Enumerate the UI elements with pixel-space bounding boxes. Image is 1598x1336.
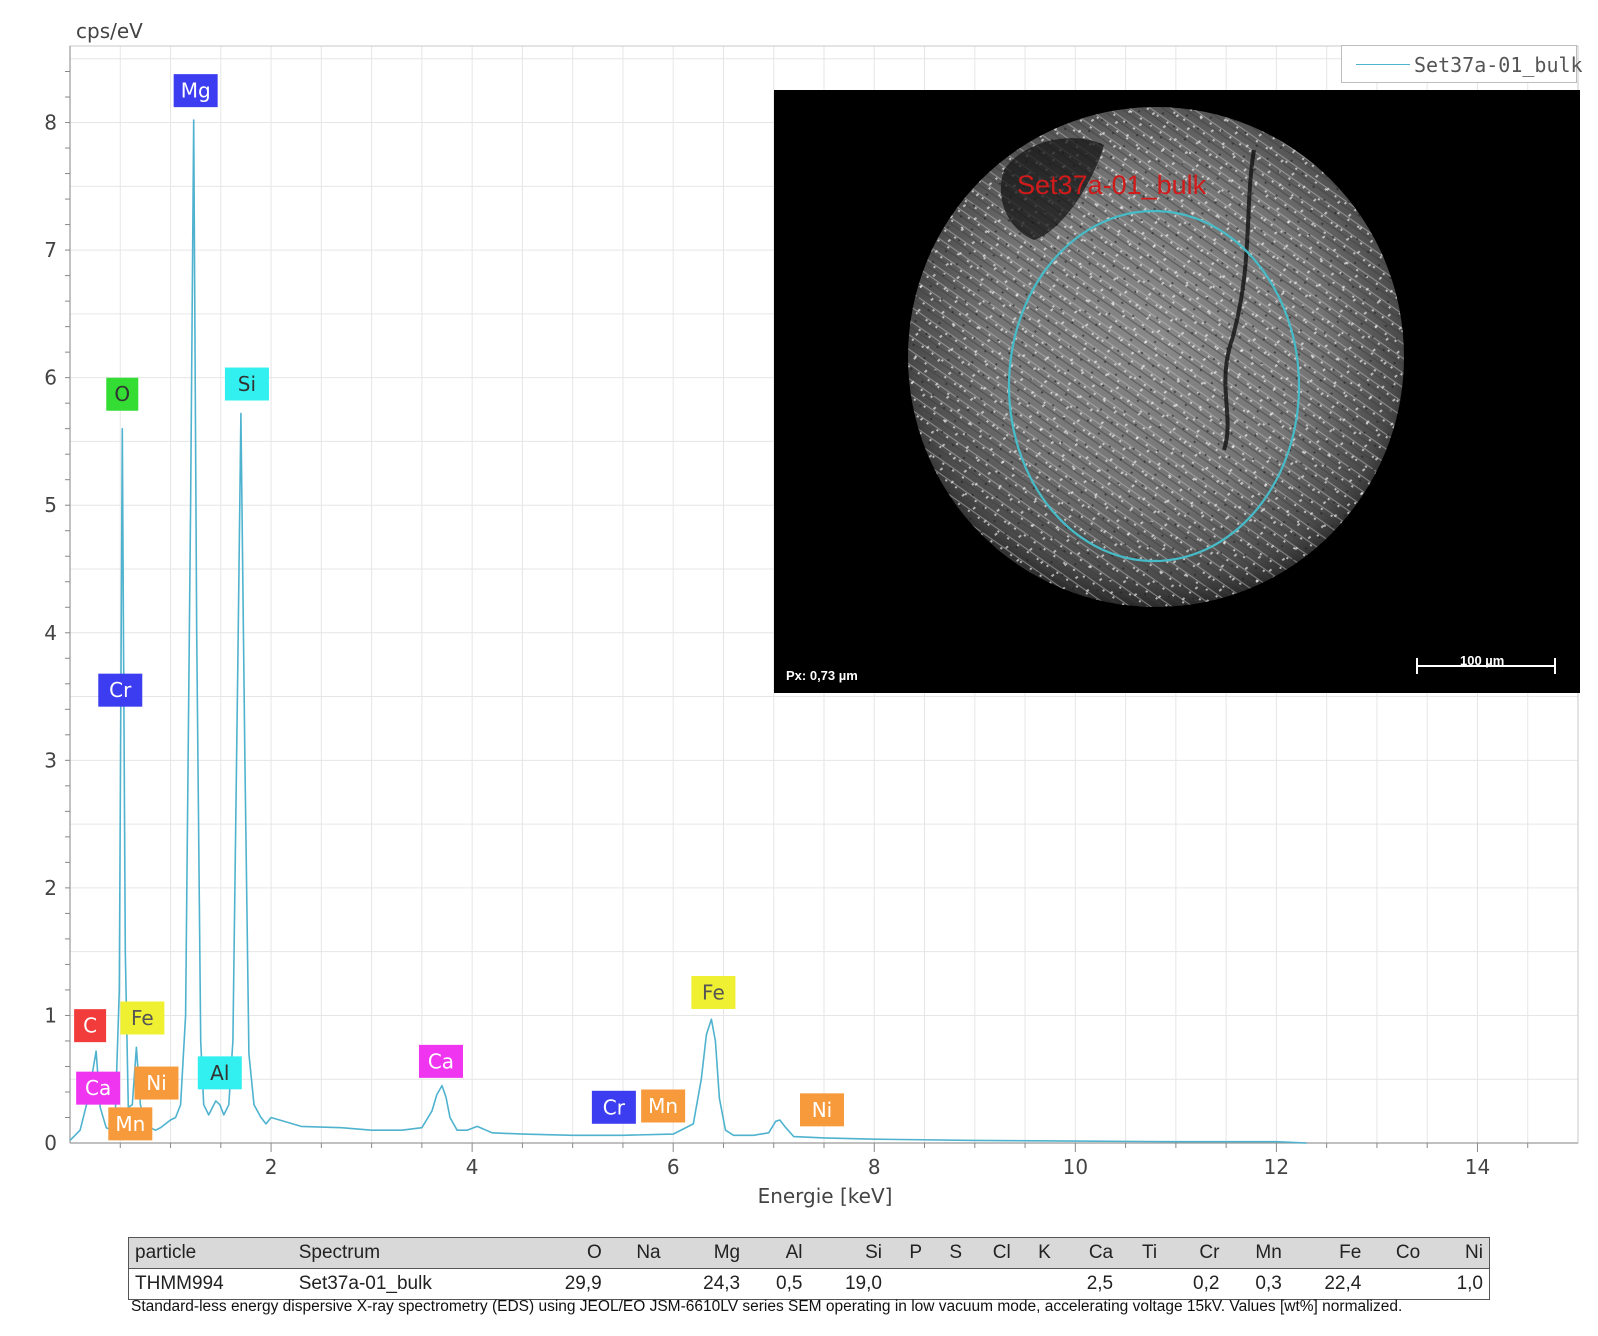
table-header-co: Co [1367,1237,1427,1269]
legend-swatch [1356,64,1410,65]
table-header-mg: Mg [666,1237,747,1269]
table-cell-si: 19,0 [844,1273,882,1294]
element-label-text: Mn [648,1094,678,1118]
table-cell-ni: 1,0 [1456,1273,1483,1294]
x-tick-label: 6 [667,1155,680,1179]
element-label-c: C [74,1009,107,1043]
pixel-size-label: Px: 0,73 µm [786,668,858,683]
table-header-mn: Mn [1225,1237,1288,1269]
element-label-text: Mn [115,1112,145,1136]
element-label-fe: Fe [120,1001,165,1035]
y-tick-label: 5 [44,493,57,517]
x-tick-label: 14 [1465,1155,1490,1179]
table-cell-na [608,1269,667,1300]
table-cell-o: 29,9 [564,1273,602,1294]
table-footnote: Standard-less energy dispersive X-ray sp… [131,1298,1403,1315]
table-header-na: Na [607,1237,667,1269]
table-row: THMM994 Set37a-01_bulk 29,9 24,3 0,5 19,0 2,5 0… [129,1269,1490,1300]
table-header-al: Al [746,1237,809,1269]
table-header-spectrum: Spectrum [292,1237,529,1269]
legend-label: Set37a-01_bulk [1414,53,1583,77]
table-header-fe: Fe [1287,1237,1368,1269]
table-header-o: O [528,1237,608,1269]
table-header-s: S [928,1237,969,1269]
element-label-text: Ni [812,1098,833,1122]
y-tick-label: 6 [44,366,57,390]
x-tick-label: 12 [1264,1155,1289,1179]
chart-legend: Set37a-01_bulk [1341,45,1583,83]
x-tick-label: 2 [265,1155,278,1179]
table-cell-ca: 2,5 [1086,1273,1114,1294]
element-label-text: Fe [702,980,725,1004]
element-label-text: Fe [131,1006,154,1030]
element-label-text: C [83,1014,97,1038]
x-tick-label: 4 [466,1155,479,1179]
composition-table: particle Spectrum O Na Mg Al Si P S Cl K Ca Ti Cr Mn Fe… [128,1237,1490,1300]
table-header-cl: Cl [968,1237,1017,1269]
element-label-al: Al [197,1056,242,1090]
table-cell-ti [1119,1269,1163,1300]
element-label-fe: Fe [691,975,736,1009]
scale-bar-tick-right [1554,658,1556,674]
table-body: THMM994 Set37a-01_bulk 29,9 24,3 0,5 19,0 2,5 0… [129,1269,1490,1300]
element-label-cr: Cr [98,673,143,707]
element-label-ca: Ca [418,1044,463,1078]
table-cell-mn: 0,3 [1255,1273,1282,1294]
element-label-text: Al [210,1061,229,1085]
table-header-k: K [1016,1237,1057,1269]
table-cell-al: 0,5 [776,1273,803,1294]
x-tick-label: 8 [868,1155,881,1179]
element-label-text: Ni [146,1071,167,1095]
y-tick-label: 0 [44,1131,57,1155]
table-cell-mg: 24,3 [703,1273,741,1294]
y-tick-label: 7 [44,238,57,262]
element-label-text: Mg [181,79,211,103]
element-label-ni: Ni [799,1093,844,1127]
element-label-text: Ca [85,1076,111,1100]
element-label-o: O [106,377,139,411]
x-axis-label: Energie [keV] [758,1184,893,1208]
y-tick-label: 2 [44,876,57,900]
y-tick-label: 1 [44,1003,57,1027]
table-cell-k [1017,1269,1057,1300]
table-cell-cr: 0,2 [1193,1273,1220,1294]
y-tick-label: 3 [44,748,57,772]
element-label-ni: Ni [134,1066,179,1100]
table-cell-p [888,1269,928,1300]
element-label-mn: Mn [641,1089,686,1123]
element-label-text: Cr [603,1095,626,1119]
inset-title: Set37a-01_bulk [1017,170,1207,200]
table-header-ni: Ni [1426,1237,1490,1269]
scale-bar [1416,665,1556,667]
table-header-p: P [887,1237,929,1269]
table-header-ca: Ca [1056,1237,1120,1269]
element-label-text: Cr [109,678,132,702]
table-header-ti: Ti [1119,1237,1164,1269]
element-label-text: Ca [428,1049,454,1073]
table-cell-co [1367,1269,1426,1300]
table-cell-cl [968,1269,1017,1300]
table-header-si: Si [808,1237,888,1269]
x-tick-label: 10 [1063,1155,1088,1179]
sem-image-inset: Set37a-01_bulk Px: 0,73 µm 100 µm [774,90,1580,693]
element-label-mn: Mn [108,1107,153,1141]
element-label-ca: Ca [76,1071,121,1105]
element-label-cr: Cr [591,1090,636,1124]
y-axis-label: cps/eV [76,19,143,43]
element-label-si: Si [224,367,269,401]
table-header-particle: particle [128,1237,293,1269]
element-label-text: O [114,382,130,406]
table-header-row: particle Spectrum O Na Mg Al Si P S Cl K Ca Ti Cr Mn Fe… [128,1237,1490,1269]
table-cell-fe: 22,4 [1324,1273,1362,1294]
element-label-mg: Mg [173,74,218,108]
scale-bar-tick-left [1416,658,1418,674]
table-cell-spectrum: Set37a-01_bulk [298,1273,432,1294]
y-tick-label: 4 [44,621,57,645]
table-cell-particle: THMM994 [135,1273,224,1294]
element-label-text: Si [238,372,256,396]
table-header-cr: Cr [1163,1237,1226,1269]
y-tick-label: 8 [44,111,57,135]
table-cell-s [928,1269,968,1300]
